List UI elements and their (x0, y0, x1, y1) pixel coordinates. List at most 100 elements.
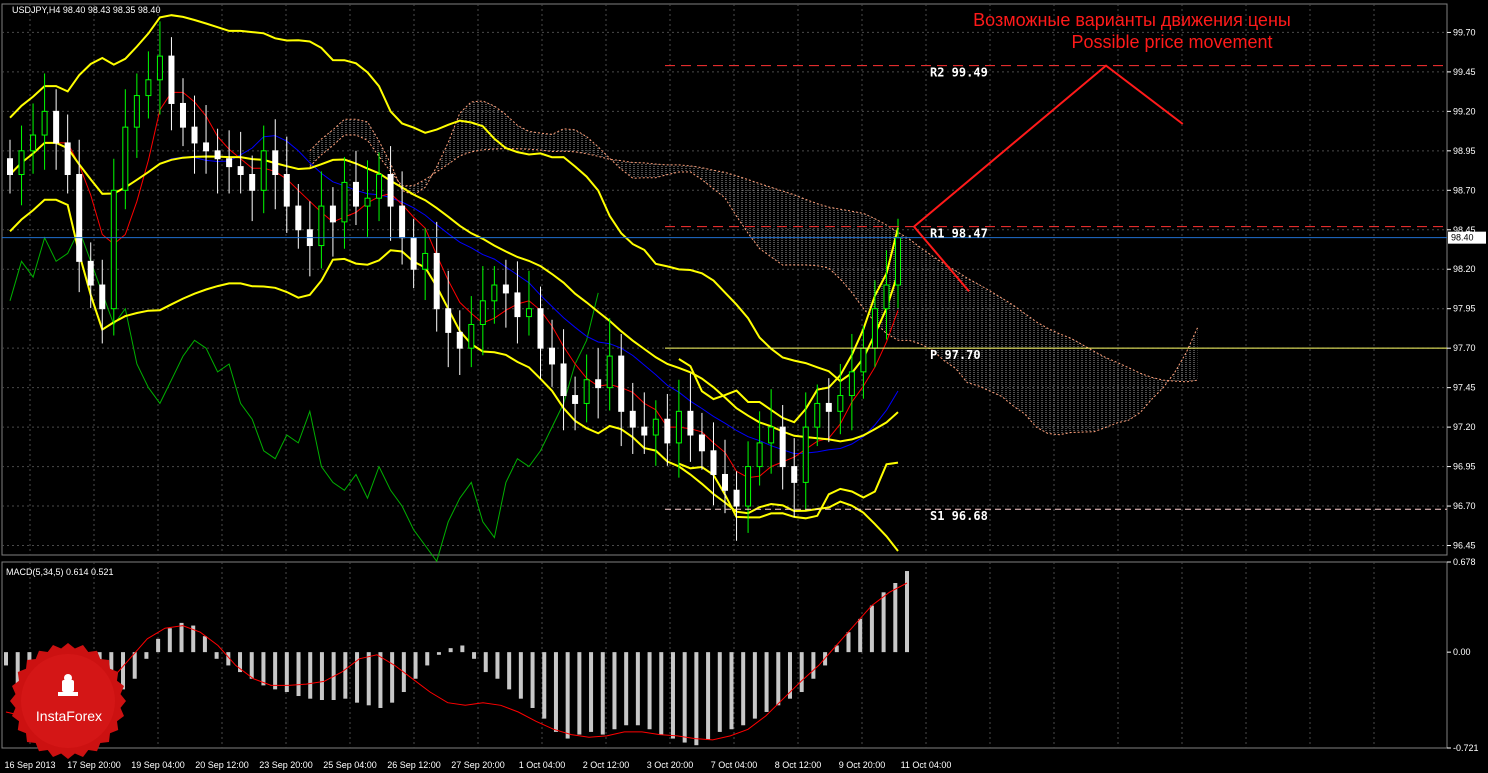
macd-histogram-bar (202, 636, 207, 653)
macd-histogram-bar (273, 652, 278, 690)
macd-histogram-bar (635, 652, 640, 726)
annotation-line-2: Possible price movement (1071, 32, 1272, 52)
candle-body (860, 347, 867, 373)
price-tick-label: 99.20 (1453, 106, 1476, 116)
price-tick-label: 97.70 (1453, 343, 1476, 353)
price-tick-label: 96.45 (1453, 541, 1476, 551)
candle-body (387, 174, 394, 207)
macd-histogram-bar (670, 652, 675, 739)
level-label: S1 96.68 (930, 509, 988, 523)
time-tick-label: 9 Oct 20:00 (839, 760, 886, 770)
macd-histogram-bar (448, 648, 453, 653)
candle-body (618, 355, 625, 412)
annotation-line-1: Возможные варианты движения цены (973, 10, 1291, 30)
macd-histogram-bar (144, 652, 149, 659)
time-tick-label: 8 Oct 12:00 (775, 760, 822, 770)
macd-histogram-bar (589, 652, 594, 732)
macd-histogram-bar (659, 652, 664, 735)
candle-body (329, 205, 336, 223)
candle-body (410, 237, 417, 270)
macd-histogram-bar (612, 652, 617, 730)
time-tick-label: 1 Oct 04:00 (519, 760, 566, 770)
macd-histogram-bar (764, 652, 769, 712)
candle-body (168, 55, 175, 104)
candle-body (756, 442, 763, 468)
macd-histogram-bar (4, 652, 8, 666)
macd-histogram-bar (413, 652, 418, 679)
price-tick-label: 96.70 (1453, 501, 1476, 511)
level-label: P 97.70 (930, 348, 981, 362)
macd-tick-label: 0.678 (1453, 557, 1476, 567)
macd-histogram-bar (249, 652, 254, 679)
price-tick-label: 98.70 (1453, 185, 1476, 195)
price-tick-label: 96.95 (1453, 462, 1476, 472)
candle-body (629, 410, 636, 428)
time-tick-label: 16 Sep 2013 (4, 760, 55, 770)
candle-body (479, 300, 486, 325)
candle-body (145, 79, 152, 97)
candle-body (376, 174, 383, 199)
candle-body (133, 95, 140, 128)
macd-histogram-bar (460, 645, 465, 653)
time-tick-label: 11 Oct 04:00 (901, 760, 952, 770)
time-tick-label: 7 Oct 04:00 (711, 760, 758, 770)
macd-histogram-bar (308, 652, 313, 699)
macd-histogram-bar (858, 618, 863, 653)
macd-header: MACD(5,34,5) 0.614 0.521 (6, 567, 114, 577)
candle-body (260, 150, 267, 191)
macd-histogram-bar (706, 652, 711, 740)
macd-histogram-bar (284, 652, 289, 693)
candle-body (272, 150, 279, 176)
candle-body (53, 110, 60, 144)
macd-histogram-bar (179, 622, 184, 653)
candle-body (814, 402, 821, 428)
candle-body (249, 174, 256, 191)
candle-body (191, 126, 198, 144)
price-tick-label: 97.45 (1453, 383, 1476, 393)
time-tick-label: 26 Sep 12:00 (387, 760, 441, 770)
price-tick-label: 98.95 (1453, 146, 1476, 156)
time-tick-label: 2 Oct 12:00 (583, 760, 630, 770)
macd-histogram-bar (846, 632, 851, 653)
candle-body (560, 363, 567, 397)
macd-histogram-bar (682, 652, 687, 743)
macd-histogram-bar (647, 652, 652, 730)
candle-body (779, 426, 786, 468)
candle-body (156, 55, 163, 81)
macd-histogram-bar (436, 652, 441, 655)
candle-body (710, 450, 717, 475)
macd-histogram-bar (156, 638, 161, 653)
time-axis: 16 Sep 2013 17 Sep 20:00 19 Sep 04:00 20 Se… (4, 760, 951, 770)
price-tick-label: 97.20 (1453, 422, 1476, 432)
candle-body (110, 189, 117, 310)
macd-histogram-bar (530, 652, 535, 708)
macd-histogram-bar (319, 652, 324, 701)
candle-body (871, 308, 878, 349)
candle-body (525, 308, 532, 318)
price-tick-label: 97.95 (1453, 304, 1476, 314)
macd-histogram-bar (390, 652, 395, 703)
candle-body (745, 466, 752, 507)
level-label: R1 98.47 (930, 227, 988, 241)
macd-histogram-bar (717, 652, 722, 732)
macd-histogram-bar (799, 652, 804, 693)
candle-body (652, 418, 659, 436)
candle-body (468, 323, 475, 349)
candle-body (456, 331, 463, 349)
macd-histogram-bar (121, 652, 126, 690)
candle-body (572, 395, 579, 404)
time-tick-label: 17 Sep 20:00 (67, 760, 121, 770)
candle-body (595, 379, 602, 389)
candle-body (179, 102, 186, 128)
candle-body (791, 466, 798, 483)
macd-histogram-bar (483, 652, 488, 673)
candle-body (203, 142, 210, 152)
candle-body (675, 410, 682, 444)
candle-body (64, 142, 71, 176)
macd-histogram-bar (518, 652, 523, 699)
candle-body (99, 284, 106, 310)
macd-histogram-bar (472, 652, 477, 659)
candle-body (422, 252, 429, 270)
candle-body (664, 418, 671, 444)
macd-histogram-bar (366, 652, 371, 706)
